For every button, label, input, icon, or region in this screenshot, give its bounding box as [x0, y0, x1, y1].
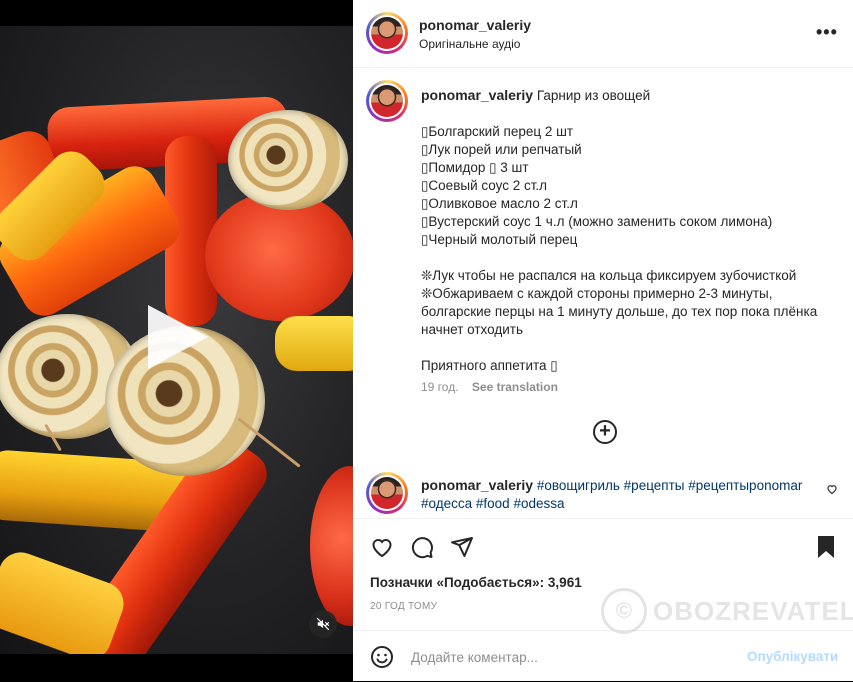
- likes-label: Позначки «Подобається»:: [370, 575, 545, 590]
- caption-text: ponomar_valeriy Гарнир из овощей ▯Болгар…: [421, 86, 841, 375]
- ingredient-line: ▯Помидор ▯ 3 шт: [421, 160, 529, 175]
- comment-like-heart-icon[interactable]: [826, 483, 838, 498]
- see-translation-link[interactable]: See translation: [472, 380, 558, 394]
- like-heart-icon[interactable]: [370, 535, 394, 564]
- mute-icon[interactable]: [309, 610, 337, 638]
- caption-username[interactable]: ponomar_valeriy: [421, 87, 533, 103]
- closing-line: Приятного аппетита ▯: [421, 358, 558, 373]
- likes-number: 3,961: [547, 575, 582, 590]
- caption-meta: 19 год. See translation: [421, 380, 558, 394]
- hashtag-link[interactable]: #рецепты: [624, 478, 685, 493]
- note-line: ❊Лук чтобы не распался на кольца фиксиру…: [421, 268, 797, 283]
- leek-slice: [228, 110, 348, 210]
- avatar[interactable]: [366, 12, 408, 54]
- note-line: ❊Обжариваем с каждой стороны примерно 2-…: [421, 286, 821, 337]
- more-options-icon[interactable]: •••: [816, 22, 838, 43]
- hashtag-comment: ponomar_valeriy #овощигриль #рецепты #ре…: [353, 468, 853, 518]
- tomato: [310, 466, 353, 626]
- add-comment-bar: Опублікувати: [353, 630, 853, 682]
- comment-bubble-icon[interactable]: [410, 535, 434, 564]
- yellow-pepper: [0, 546, 130, 654]
- caption-age: 19 год.: [421, 380, 459, 394]
- watermark-logo-icon: ©: [601, 588, 647, 634]
- save-bookmark-icon[interactable]: [816, 535, 836, 564]
- hashtag-link[interactable]: #food: [476, 496, 510, 511]
- load-more-comments-icon[interactable]: +: [593, 420, 617, 444]
- video-panel[interactable]: [0, 0, 353, 681]
- post-header: ponomar_valeriy Оригінальне аудіо •••: [353, 0, 853, 68]
- header-username[interactable]: ponomar_valeriy: [419, 17, 531, 33]
- ingredient-line: ▯Соевый соус 2 ст.л: [421, 178, 548, 193]
- hashtag-link[interactable]: #овощигриль: [537, 478, 620, 493]
- post-timestamp[interactable]: 20 ГОД ТОМУ: [370, 601, 437, 612]
- emoji-icon[interactable]: [370, 645, 394, 674]
- comment-text: ponomar_valeriy #овощигриль #рецепты #ре…: [421, 476, 826, 513]
- tomato: [205, 191, 353, 321]
- watermark-text: OBOZREVATEL: [653, 595, 853, 626]
- ingredient-line: ▯Оливковое масло 2 ст.л: [421, 196, 578, 211]
- ingredient-line: ▯Черный молотый перец: [421, 232, 578, 247]
- comment-input[interactable]: [409, 645, 733, 669]
- share-paper-plane-icon[interactable]: [450, 535, 474, 564]
- hashtag-link[interactable]: #рецептыponomar: [688, 478, 802, 493]
- play-icon[interactable]: [148, 305, 208, 369]
- caption-title: Гарнир из овощей: [536, 88, 651, 103]
- caption-avatar[interactable]: [366, 80, 408, 122]
- hashtag-link[interactable]: #odessa: [513, 496, 564, 511]
- ingredient-line: ▯Лук порей или репчатый: [421, 142, 582, 157]
- post-panel: ponomar_valeriy Оригінальне аудіо ••• po…: [353, 0, 853, 681]
- comment-avatar[interactable]: [366, 472, 408, 514]
- caption-section: ponomar_valeriy Гарнир из овощей ▯Болгар…: [353, 68, 853, 463]
- comment-username[interactable]: ponomar_valeriy: [421, 477, 533, 493]
- hashtag-link[interactable]: #одесса: [421, 496, 472, 511]
- watermark: © OBOZREVATEL: [601, 588, 853, 634]
- audio-label[interactable]: Оригінальне аудіо: [419, 37, 520, 51]
- ingredient-line: ▯Вустерский соус 1 ч.л (можно заменить с…: [421, 214, 773, 229]
- post-button[interactable]: Опублікувати: [747, 649, 838, 664]
- likes-count[interactable]: Позначки «Подобається»: 3,961: [370, 575, 582, 590]
- speaker-muted-icon: [316, 617, 330, 631]
- yellow-pepper: [275, 316, 353, 371]
- ingredient-line: ▯Болгарский перец 2 шт: [421, 124, 574, 139]
